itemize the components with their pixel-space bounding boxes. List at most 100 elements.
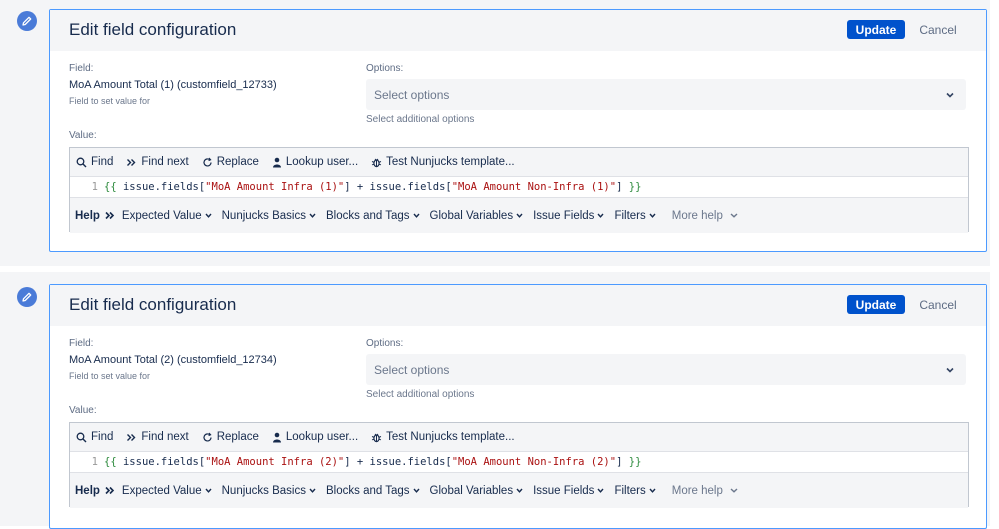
help-filters[interactable]: Filters (614, 210, 656, 222)
help-global-variables[interactable]: Global Variables (430, 210, 525, 222)
code-open-brace: {{ (104, 456, 117, 468)
pencil-icon (22, 292, 32, 302)
help-nunjucks-basics[interactable]: Nunjucks Basics (222, 485, 317, 497)
help-blocks-and-tags[interactable]: Blocks and Tags (326, 210, 421, 222)
pencil-icon (22, 16, 32, 26)
help-item-label: Filters (614, 209, 646, 222)
help-item-label: Nunjucks Basics (221, 484, 306, 497)
help-item-label: Global Variables (429, 484, 514, 497)
test-template-button[interactable]: Test Nunjucks template... (371, 156, 515, 168)
help-item-label: Blocks and Tags (326, 484, 410, 497)
help-item-label: Global Variables (429, 209, 514, 222)
code-string: "MoA Amount Infra (2)" (205, 456, 345, 468)
help-bar: Help Expected Value Nunjucks Basics Bloc… (70, 472, 968, 508)
code-line[interactable]: 1 {{ issue.fields["MoA Amount Infra (1)"… (70, 177, 968, 197)
bug-icon (371, 158, 382, 167)
help-filters[interactable]: Filters (614, 485, 656, 497)
cancel-button[interactable]: Cancel (914, 20, 962, 39)
edit-pencil-badge[interactable] (17, 11, 37, 31)
lookup-user-label: Lookup user... (285, 156, 359, 168)
field-name: MoA Amount Total (1) (customfield_12733) (69, 79, 277, 91)
help-bar: Help Expected Value Nunjucks Basics Bloc… (70, 197, 968, 233)
help-issue-fields[interactable]: Issue Fields (533, 210, 605, 222)
replace-label: Replace (216, 156, 259, 168)
code-text[interactable]: {{ issue.fields["MoA Amount Infra (2)"] … (104, 456, 641, 468)
help-global-variables[interactable]: Global Variables (430, 485, 525, 497)
find-button[interactable]: Find (76, 156, 113, 168)
update-button[interactable]: Update (847, 295, 905, 314)
help-blocks-and-tags[interactable]: Blocks and Tags (326, 485, 421, 497)
chevron-down-icon (205, 488, 212, 493)
card-header: Edit field configuration Update Cancel (50, 285, 986, 326)
card-title: Edit field configuration (69, 295, 237, 314)
find-next-button[interactable]: Find next (126, 156, 189, 168)
lookup-user-button[interactable]: Lookup user... (272, 156, 358, 168)
template-editor: Find Find next Replace Lookup user... Te… (69, 147, 969, 233)
chevron-down-icon (946, 92, 954, 98)
edit-field-card: Edit field configuration Update Cancel F… (49, 9, 987, 252)
edit-pencil-badge[interactable] (17, 287, 37, 307)
search-icon (76, 157, 87, 167)
find-next-button[interactable]: Find next (126, 431, 189, 443)
code-open-brace: {{ (104, 181, 117, 193)
field-help-text: Field to set value for (69, 96, 151, 106)
code-string: "MoA Amount Non-Infra (1)" (451, 181, 617, 193)
update-button[interactable]: Update (847, 20, 905, 39)
help-item-label: Nunjucks Basics (221, 209, 306, 222)
options-select[interactable]: Select options (366, 354, 966, 385)
code-close-brace: }} (628, 456, 642, 468)
options-select[interactable]: Select options (366, 79, 966, 110)
chevron-down-icon (205, 213, 212, 218)
refresh-icon (203, 157, 212, 167)
field-label: Field: (69, 63, 94, 74)
cancel-button[interactable]: Cancel (914, 295, 962, 314)
chevron-down-icon (413, 488, 420, 493)
code-string: "MoA Amount Infra (1)" (205, 181, 345, 193)
search-icon (76, 432, 87, 442)
help-expected-value[interactable]: Expected Value (122, 210, 213, 222)
code-string: "MoA Amount Non-Infra (2)" (451, 456, 617, 468)
double-chevron-right-icon (105, 211, 115, 220)
code-part: ] + issue.fields[ (344, 181, 452, 193)
help-more-label: More help (671, 209, 723, 222)
chevron-down-icon (516, 213, 523, 218)
refresh-icon (203, 432, 212, 442)
help-item-label: Issue Fields (533, 209, 595, 222)
user-icon (272, 432, 281, 442)
test-template-button[interactable]: Test Nunjucks template... (371, 431, 515, 443)
double-chevron-right-icon (127, 158, 136, 166)
code-part: ] (616, 181, 629, 193)
find-button[interactable]: Find (76, 431, 113, 443)
replace-label: Replace (216, 431, 259, 443)
help-nunjucks-basics[interactable]: Nunjucks Basics (222, 210, 317, 222)
help-more[interactable]: More help (672, 485, 740, 497)
code-text[interactable]: {{ issue.fields["MoA Amount Infra (1)"] … (104, 181, 641, 193)
lookup-user-button[interactable]: Lookup user... (272, 431, 358, 443)
chevron-down-icon (309, 488, 316, 493)
card-title: Edit field configuration (69, 20, 237, 39)
help-expected-value[interactable]: Expected Value (122, 485, 213, 497)
help-more[interactable]: More help (672, 210, 740, 222)
code-line[interactable]: 1 {{ issue.fields["MoA Amount Infra (2)"… (70, 452, 968, 472)
help-item-label: Blocks and Tags (326, 209, 410, 222)
help-issue-fields[interactable]: Issue Fields (533, 485, 605, 497)
options-label: Options: (366, 63, 404, 74)
code-part: issue.fields[ (116, 181, 206, 193)
code-part: issue.fields[ (116, 456, 206, 468)
find-label: Find (91, 156, 114, 168)
value-label: Value: (69, 130, 97, 141)
help-item-label: Expected Value (121, 209, 202, 222)
help-item-label: Expected Value (121, 484, 202, 497)
editor-toolbar: Find Find next Replace Lookup user... Te… (70, 423, 968, 452)
line-number: 1 (91, 456, 98, 468)
options-label: Options: (366, 338, 404, 349)
replace-button[interactable]: Replace (202, 156, 259, 168)
field-name: MoA Amount Total (2) (customfield_12734) (69, 354, 277, 366)
find-next-label: Find next (141, 431, 189, 443)
chevron-down-icon (649, 488, 656, 493)
chevron-down-icon (516, 488, 523, 493)
bug-icon (371, 433, 382, 442)
replace-button[interactable]: Replace (202, 431, 259, 443)
chevron-down-icon (597, 213, 604, 218)
help-title: Help (75, 209, 100, 222)
